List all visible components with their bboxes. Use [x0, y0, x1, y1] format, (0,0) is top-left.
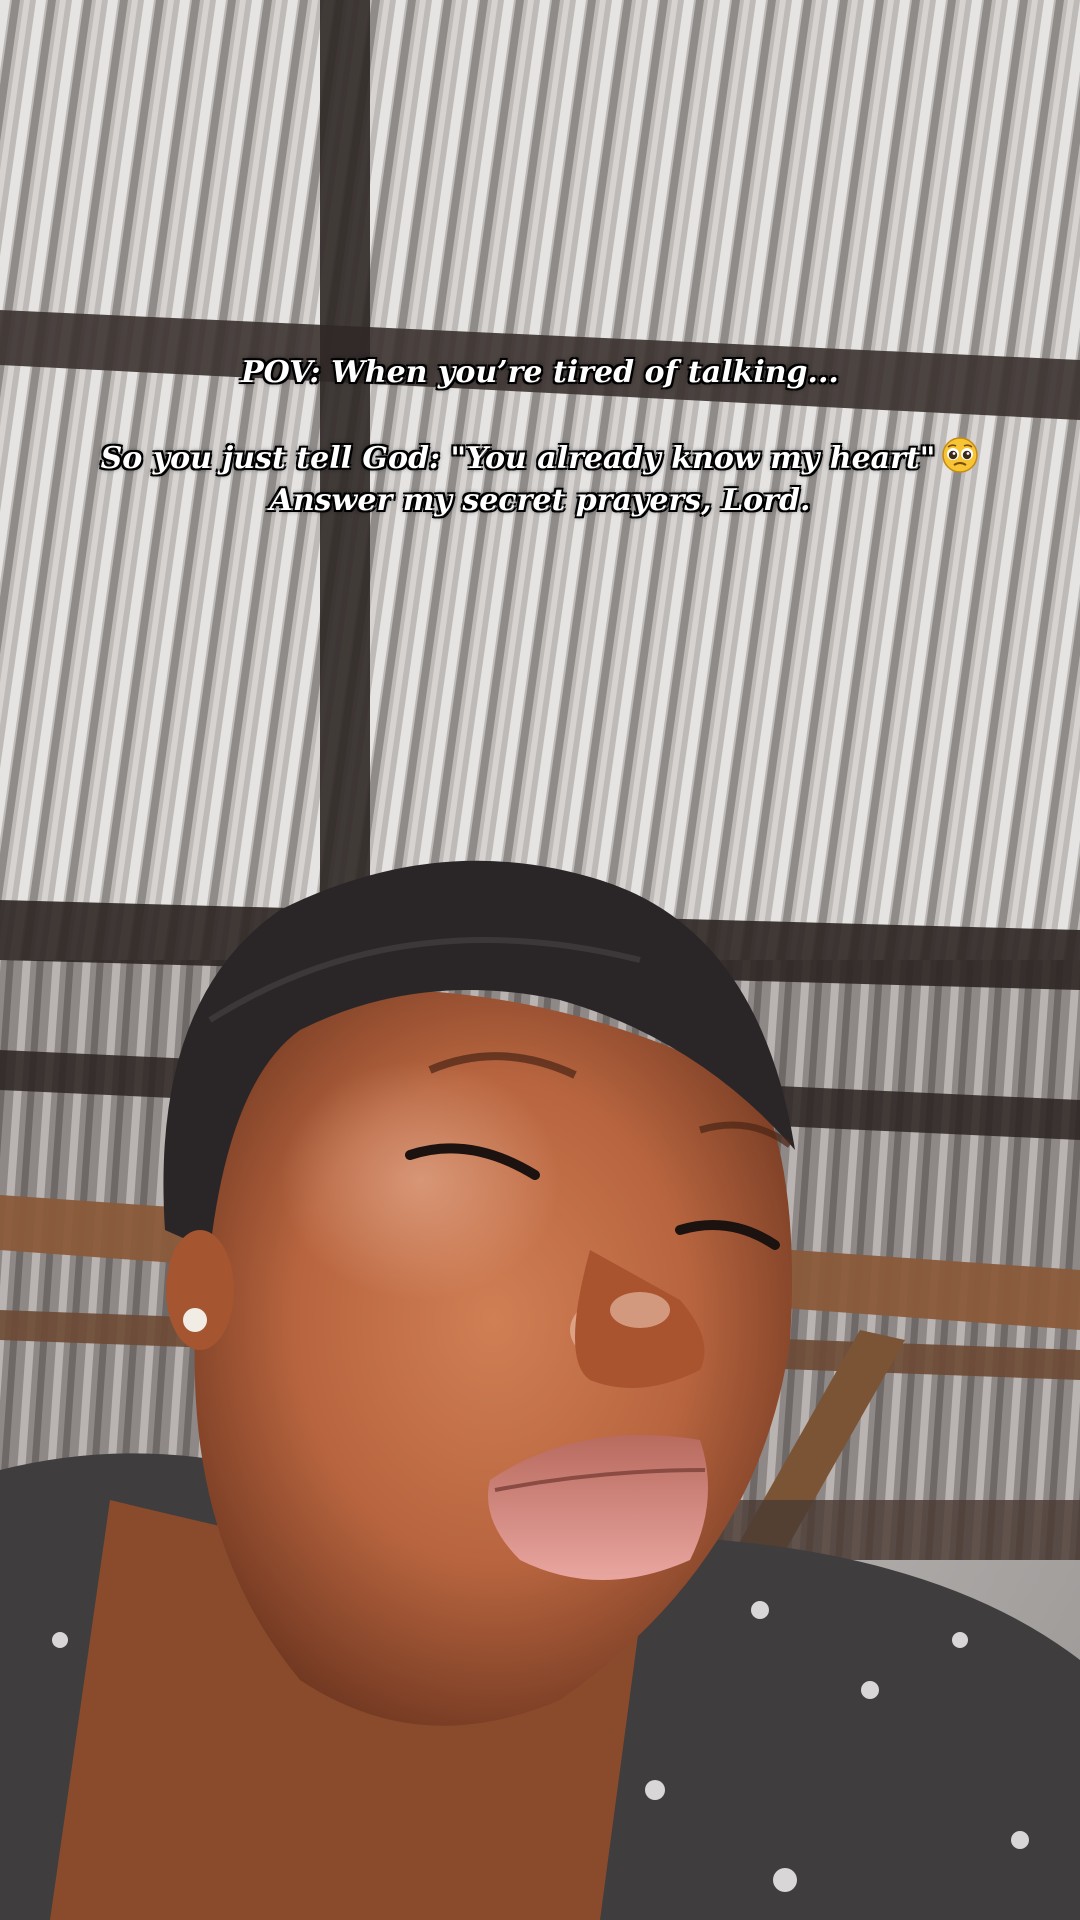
selfie-photo [0, 0, 1080, 1920]
caption-line-3: Answer my secret prayers, Lord. [269, 483, 811, 518]
story-frame: POV: When you’re tired of talking... So … [0, 0, 1080, 1920]
caption-line-2-wrap: So you just tell God: "You already know … [0, 436, 1080, 480]
pleading-face-icon [942, 437, 979, 473]
caption-line-1: POV: When you’re tired of talking... [241, 355, 839, 390]
story-caption: POV: When you’re tired of talking... So … [0, 352, 1080, 522]
caption-line-2: So you just tell God: "You already know … [100, 441, 936, 476]
